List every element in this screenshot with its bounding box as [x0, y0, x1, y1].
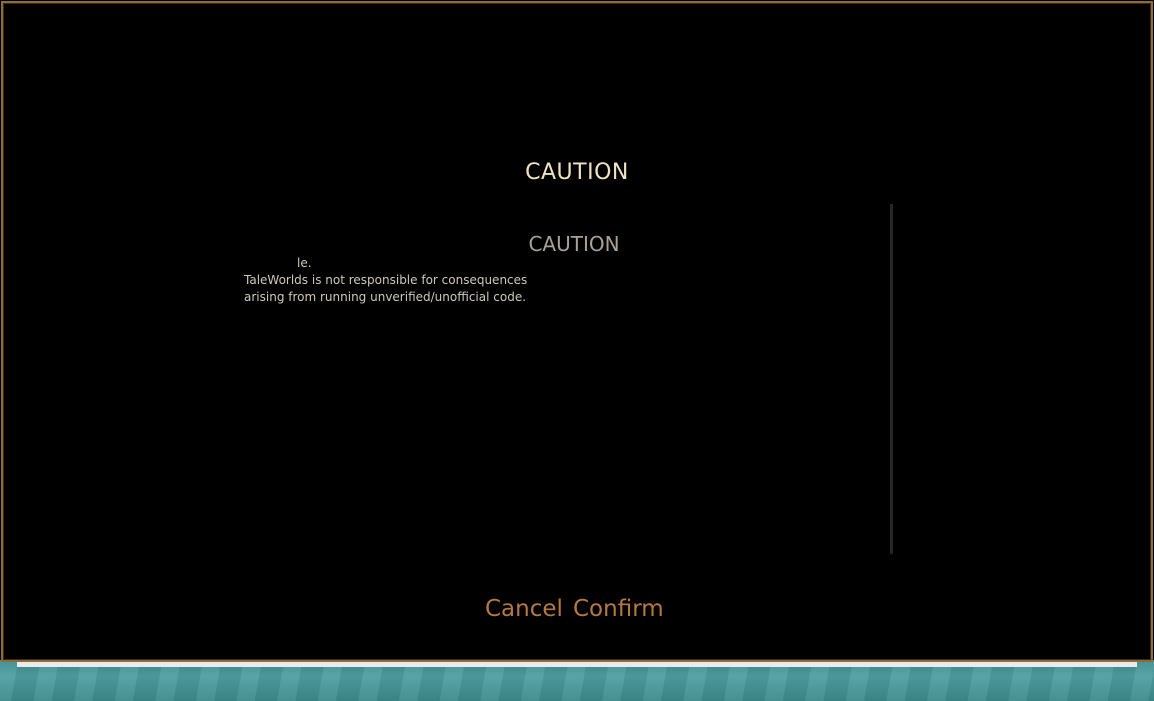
game-screen: CAUTION CAUTION le. TaleWorlds is not re… — [0, 0, 1154, 701]
dialog-title: CAUTION — [525, 160, 629, 185]
message-line-2: TaleWorlds is not responsible for conseq… — [244, 273, 528, 287]
message-heading: CAUTION — [528, 232, 620, 256]
confirm-button[interactable]: Confirm — [573, 596, 664, 622]
message-line-3: arising from running unverified/unoffici… — [244, 290, 527, 304]
message-panel — [244, 204, 892, 554]
message-scrollbar[interactable] — [890, 204, 893, 554]
cancel-button[interactable]: Cancel — [485, 596, 563, 622]
message-line-1: le. — [297, 256, 312, 270]
